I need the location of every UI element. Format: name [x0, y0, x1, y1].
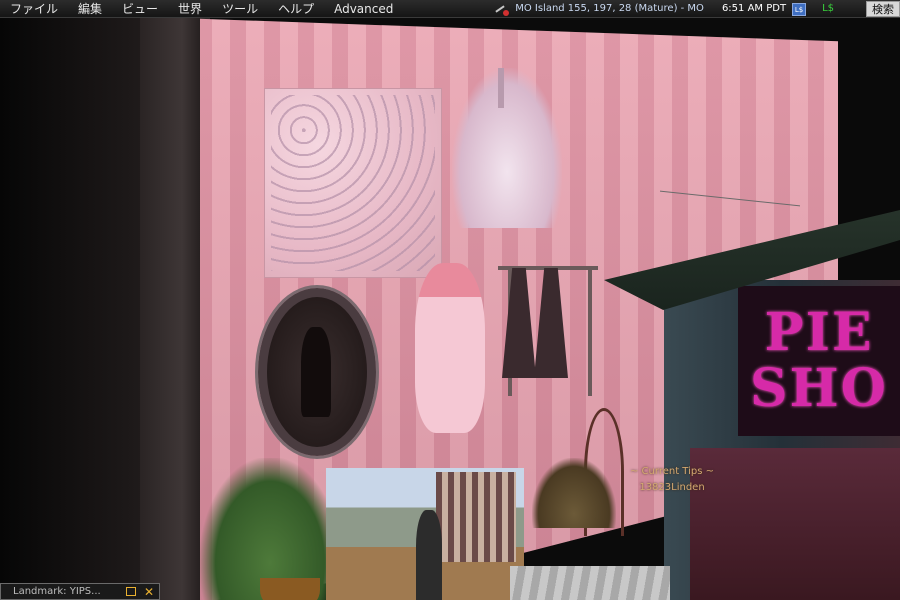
- floral-panel[interactable]: [264, 88, 442, 278]
- plant-pot: [260, 578, 320, 600]
- world-viewport[interactable]: PIE SHO ~ Current Tips ~ 13823Linden: [0, 18, 900, 600]
- location-readout[interactable]: MO Island 155, 197, 28 (Mature) - MO: [515, 0, 704, 18]
- dress-rack[interactable]: [488, 228, 606, 398]
- menu-advanced[interactable]: Advanced: [324, 0, 403, 18]
- oval-mirror[interactable]: [258, 288, 376, 456]
- shop-sign[interactable]: PIE SHO: [738, 286, 900, 436]
- menu-file[interactable]: ファイル: [0, 0, 68, 18]
- menu-world[interactable]: 世界: [168, 0, 212, 18]
- dress[interactable]: [534, 268, 568, 378]
- tip-jar-title: ~ Current Tips ~: [630, 466, 714, 477]
- minimized-landmark-window[interactable]: Landmark: YIPS... ✕: [0, 583, 160, 600]
- status-area: MO Island 155, 197, 28 (Mature) - MO 6:5…: [493, 0, 900, 18]
- fern[interactable]: [532, 458, 616, 528]
- menu-tools[interactable]: ツール: [212, 0, 268, 18]
- no-fly-icon[interactable]: [493, 2, 510, 16]
- menu-bar: ファイル 編集 ビュー 世界 ツール ヘルプ Advanced MO Islan…: [0, 0, 900, 18]
- floor-planks: [510, 566, 670, 600]
- sign-line-2: SHO: [750, 358, 888, 419]
- restore-icon[interactable]: [126, 587, 136, 596]
- dark-pillar: [140, 18, 200, 600]
- street-poster[interactable]: [326, 468, 524, 600]
- search-button[interactable]: 検索: [866, 1, 900, 17]
- tip-jar-total: 13823Linden: [639, 482, 705, 493]
- menu-edit[interactable]: 編集: [68, 0, 112, 18]
- booth-curtain: [690, 448, 900, 600]
- minimized-window-title[interactable]: Landmark: YIPS...: [1, 584, 121, 599]
- tip-jar-floating-text[interactable]: ~ Current Tips ~ 13823Linden: [630, 464, 714, 496]
- menu-view[interactable]: ビュー: [112, 0, 168, 18]
- clock: 6:51 AM PDT: [721, 3, 787, 14]
- close-icon[interactable]: ✕: [144, 585, 154, 599]
- sign-line-1: PIE: [764, 302, 874, 363]
- chandelier[interactable]: [452, 68, 562, 228]
- balance-display[interactable]: L$: [822, 0, 834, 18]
- rack-leg: [588, 266, 592, 396]
- baby-outfit-display[interactable]: [415, 263, 485, 433]
- buy-currency-button[interactable]: L$: [792, 2, 807, 16]
- menu-help[interactable]: ヘルプ: [268, 0, 324, 18]
